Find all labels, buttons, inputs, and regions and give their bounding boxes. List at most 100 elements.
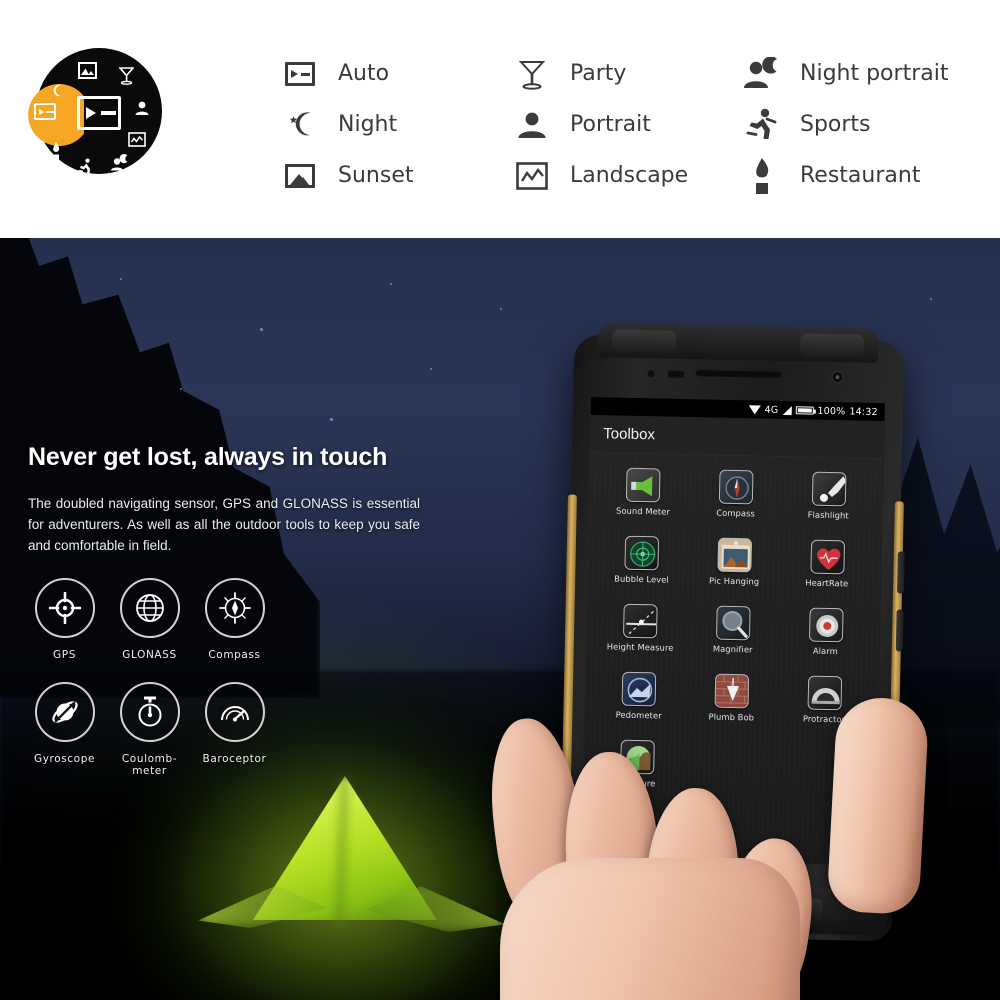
person-bust-icon (510, 106, 554, 144)
heart-rate-icon (810, 539, 845, 575)
stopwatch-icon (119, 682, 180, 742)
legend-item-party[interactable]: Party (510, 48, 688, 99)
app-item-pic-hanging[interactable]: Pic Hanging (692, 537, 777, 607)
sensor-label: Coulomb-meter (121, 753, 178, 777)
legend-label: Sports (800, 112, 871, 137)
clock-label: 14:32 (849, 405, 878, 418)
app-label: Flashlight (807, 509, 849, 521)
app-label: Compass (716, 507, 756, 519)
hero-photo-panel: Never get lost, always in touch The doub… (0, 238, 1000, 1000)
sunset-landscape-icon (278, 157, 322, 195)
legend-column-2: Party Portrait Landscape (510, 48, 688, 201)
palm (500, 858, 800, 1000)
landscape-chart-icon (510, 157, 554, 195)
wheel-sunset-landscape-icon (78, 62, 97, 82)
plumb-bob-icon (714, 673, 750, 709)
night-moon-icon (278, 106, 322, 144)
proximity-sensor-icon (647, 370, 655, 378)
legend-item-sports[interactable]: Sports (740, 99, 948, 150)
legend-column-3: Night portrait Sports Restaurant (740, 48, 948, 201)
app-title: Toolbox (603, 425, 656, 444)
picture-hanging-icon (717, 537, 753, 573)
sensor-item-coulomb-meter: Coulomb-meter (107, 682, 192, 777)
wheel-landscape-chart-icon (128, 132, 146, 150)
app-label: Sound Meter (615, 505, 671, 517)
running-person-icon (740, 106, 784, 144)
legend-item-restaurant[interactable]: Restaurant (740, 150, 948, 201)
megaphone-icon (626, 467, 661, 503)
compass-icon (718, 469, 754, 505)
legend-label: Landscape (570, 163, 689, 188)
network-type-label: 4G (764, 404, 779, 416)
app-label: Magnifier (712, 643, 753, 655)
wifi-icon (748, 404, 761, 415)
app-item-alarm[interactable]: Alarm (783, 607, 868, 677)
signal-bars-icon (782, 405, 792, 415)
legend-column-1: Auto Night Sunset (278, 48, 413, 201)
app-label: Bubble Level (614, 573, 669, 585)
gauge-dial-icon (204, 682, 265, 742)
camera-scene-mode-wheel[interactable] (22, 48, 162, 188)
cocktail-glass-icon (510, 55, 554, 93)
legend-item-auto[interactable]: Auto (278, 48, 413, 99)
gps-crosshair-icon (34, 578, 95, 638)
legend-item-night[interactable]: Night (278, 99, 413, 150)
scene-wheel-center-auto-icon (77, 96, 121, 130)
sensor-label: GLONASS (122, 649, 177, 661)
app-item-heart-rate[interactable]: HeartRate (784, 539, 869, 609)
app-item-magnifier[interactable]: Magnifier (690, 605, 775, 675)
sensor-label: GPS (53, 649, 76, 661)
phone-volume-button[interactable] (895, 609, 904, 652)
wheel-person-bust-icon (134, 100, 150, 119)
protractor-icon (807, 675, 842, 711)
sensor-label: Compass (208, 649, 261, 661)
legend-item-night-portrait[interactable]: Night portrait (740, 48, 948, 99)
app-item-compass[interactable]: Compass (693, 469, 778, 539)
app-label: Alarm (812, 645, 838, 657)
sensor-item-compass: Compass (192, 578, 277, 661)
sensor-item-glonass: GLONASS (107, 578, 192, 661)
app-item-bubble-level[interactable]: Bubble Level (599, 535, 684, 605)
legend-label: Night (338, 112, 398, 137)
app-label: Height Measure (606, 641, 674, 653)
legend-item-landscape[interactable]: Landscape (510, 150, 688, 201)
wheel-person-moon-icon (110, 153, 129, 174)
front-camera-icon (831, 371, 844, 384)
gyroscope-icon (34, 682, 95, 742)
sensor-label: Baroceptor (202, 753, 267, 765)
alarm-icon (808, 607, 844, 643)
app-item-sound-meter[interactable]: Sound Meter (600, 467, 685, 537)
legend-label: Party (570, 61, 627, 86)
flashlight-icon (811, 471, 847, 507)
earpiece-speaker (695, 369, 782, 378)
hand-holding-phone (480, 695, 930, 1000)
pedometer-icon (621, 671, 657, 707)
compass-rose-icon (204, 578, 265, 638)
sensor-item-gyroscope: Gyroscope (22, 682, 107, 777)
legend-item-portrait[interactable]: Portrait (510, 99, 688, 150)
phone-power-button[interactable] (896, 551, 905, 594)
auto-scene-icon (278, 55, 322, 93)
person-moon-icon (740, 55, 784, 93)
app-item-flashlight[interactable]: Flashlight (786, 471, 871, 541)
page-title: Never get lost, always in touch (28, 443, 388, 471)
wheel-cocktail-glass-icon (118, 66, 135, 88)
magnifier-icon (715, 605, 751, 641)
sensor-item-gps: GPS (22, 578, 107, 661)
app-header: Toolbox (589, 414, 885, 460)
sensor-feature-grid: GPS GLONASS Compass Gyroscope Coulomb-me (22, 578, 277, 798)
wheel-night-moon-icon (48, 84, 64, 102)
legend-label: Sunset (338, 163, 414, 188)
app-item-height-measure[interactable]: Height Measure (598, 603, 683, 673)
bubble-level-icon (624, 535, 660, 571)
legend-label: Night portrait (800, 61, 949, 86)
battery-icon (795, 406, 814, 415)
wheel-running-person-icon (78, 158, 94, 178)
legend-label: Portrait (570, 112, 651, 137)
legend-label: Restaurant (800, 163, 921, 188)
hero-description: The doubled navigating sensor, GPS and G… (28, 496, 420, 553)
app-label: Pic Hanging (709, 575, 760, 587)
thumb (826, 695, 930, 916)
sensor-item-baroceptor: Baroceptor (192, 682, 277, 777)
legend-item-sunset[interactable]: Sunset (278, 150, 413, 201)
